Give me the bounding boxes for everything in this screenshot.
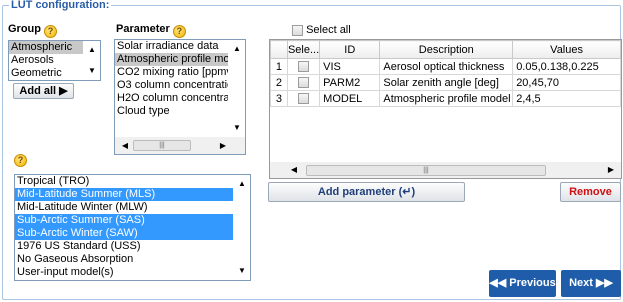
table-header-row: Sele... ID Description Values: [270, 40, 621, 59]
model-item[interactable]: User-input model(s): [15, 266, 250, 279]
select-all-label: Select all: [306, 24, 351, 36]
model-item[interactable]: Sub-Arctic Winter (SAW): [15, 227, 250, 240]
model-item[interactable]: Mid-Latitude Summer (MLS): [15, 188, 250, 201]
column-header-id[interactable]: ID: [319, 40, 381, 59]
row-values[interactable]: 20,45,70: [512, 74, 621, 91]
add-parameter-button[interactable]: Add parameter (↵): [268, 182, 465, 202]
model-item[interactable]: No Gaseous Absorption: [15, 253, 250, 266]
row-select-checkbox[interactable]: [298, 93, 310, 105]
row-description[interactable]: Aerosol optical thickness: [379, 58, 514, 75]
parameter-item[interactable]: Cloud type: [115, 105, 245, 118]
row-select-checkbox[interactable]: [298, 61, 310, 73]
row-id[interactable]: MODEL: [319, 90, 381, 107]
add-all-button[interactable]: Add all ▶: [13, 83, 74, 99]
table-row[interactable]: 2 PARM2 Solar zenith angle [deg] 20,45,7…: [270, 74, 621, 91]
row-select-checkbox[interactable]: [298, 77, 310, 89]
previous-button[interactable]: ◀◀ Previous: [489, 270, 556, 297]
row-description[interactable]: Solar zenith angle [deg]: [379, 74, 514, 91]
table-horizontal-scrollbar[interactable]: ◀ ||| ▶: [270, 162, 621, 178]
row-number-header: [270, 40, 288, 59]
models-help-icon[interactable]: ?: [14, 154, 27, 167]
table-row[interactable]: 3 MODEL Atmospheric profile model 2,4,5: [270, 90, 621, 107]
row-select-cell[interactable]: [286, 90, 321, 107]
parameter-grid: Sele... ID Description Values 1 VIS Aero…: [270, 40, 621, 107]
model-item[interactable]: Mid-Latitude Winter (MLW): [15, 201, 250, 214]
row-id[interactable]: PARM2: [319, 74, 381, 91]
row-number: 3: [270, 90, 288, 107]
column-header-select[interactable]: Sele...: [286, 40, 321, 59]
row-description[interactable]: Atmospheric profile model: [379, 90, 514, 107]
model-item[interactable]: 1976 US Standard (USS): [15, 240, 250, 253]
parameter-item[interactable]: Solar irradiance data: [115, 40, 245, 53]
scroll-up-icon[interactable]: ▲: [84, 42, 100, 58]
remove-button[interactable]: Remove: [560, 182, 621, 202]
select-all-wrapper: Select all: [292, 24, 351, 37]
table-row[interactable]: 1 VIS Aerosol optical thickness 0.05,0.1…: [270, 58, 621, 75]
group-label-wrapper: Group?: [8, 23, 57, 38]
scroll-right-icon[interactable]: ▶: [603, 162, 619, 178]
next-button[interactable]: Next ▶▶: [561, 270, 621, 297]
lut-configuration-legend: LUT configuration:: [9, 0, 112, 12]
model-item[interactable]: Sub-Arctic Summer (SAS): [15, 214, 250, 227]
row-id[interactable]: VIS: [319, 58, 381, 75]
scroll-down-icon[interactable]: ▼: [229, 120, 245, 136]
parameter-label: Parameter: [116, 23, 170, 35]
parameter-vertical-scrollbar[interactable]: ▲ ▼: [228, 40, 245, 137]
column-header-description[interactable]: Description: [379, 40, 514, 59]
scroll-right-icon[interactable]: ▶: [215, 138, 231, 154]
scrollbar-thumb[interactable]: |||: [133, 140, 191, 151]
parameter-horizontal-scrollbar[interactable]: ◀ ||| ▶: [115, 137, 245, 154]
select-all-checkbox[interactable]: [292, 24, 303, 36]
row-number: 1: [270, 58, 288, 75]
parameter-item[interactable]: CO2 mixing ratio [ppmv]: [115, 66, 245, 79]
scroll-down-icon[interactable]: ▼: [84, 63, 100, 79]
group-label: Group: [8, 23, 41, 35]
parameter-table: Sele... ID Description Values 1 VIS Aero…: [269, 39, 622, 179]
model-item[interactable]: Tropical (TRO): [15, 175, 250, 188]
parameter-item[interactable]: H2O column concentration: [115, 92, 245, 105]
parameter-help-icon[interactable]: ?: [172, 25, 186, 38]
parameter-item-selected[interactable]: Atmospheric profile model: [115, 53, 245, 66]
parameter-item[interactable]: O3 column concentration [at: [115, 79, 245, 92]
parameter-listbox[interactable]: Solar irradiance data Atmospheric profil…: [114, 39, 246, 155]
models-scrollbar[interactable]: ▲ ▼: [233, 175, 250, 280]
scrollbar-thumb[interactable]: |||: [306, 165, 546, 176]
atmospheric-model-listbox[interactable]: Tropical (TRO) Mid-Latitude Summer (MLS) M…: [14, 174, 251, 281]
row-values[interactable]: 0.05,0.138,0.225: [512, 58, 621, 75]
scroll-left-icon[interactable]: ◀: [286, 162, 302, 178]
row-select-cell[interactable]: [286, 58, 321, 75]
group-scrollbar[interactable]: ▲ ▼: [83, 41, 100, 80]
row-select-cell[interactable]: [286, 74, 321, 91]
scroll-up-icon[interactable]: ▲: [229, 41, 245, 57]
parameter-label-wrapper: Parameter?: [116, 23, 186, 38]
scroll-up-icon[interactable]: ▲: [234, 176, 250, 192]
group-help-icon[interactable]: ?: [44, 25, 57, 38]
model-items: Tropical (TRO) Mid-Latitude Summer (MLS) M…: [15, 175, 250, 279]
row-number: 2: [270, 74, 288, 91]
column-header-values[interactable]: Values: [512, 40, 621, 59]
scroll-left-icon[interactable]: ◀: [117, 138, 133, 154]
scroll-down-icon[interactable]: ▼: [234, 263, 250, 279]
group-listbox[interactable]: Atmospheric Aerosols Geometric ▲ ▼: [8, 40, 101, 81]
row-values[interactable]: 2,4,5: [512, 90, 621, 107]
